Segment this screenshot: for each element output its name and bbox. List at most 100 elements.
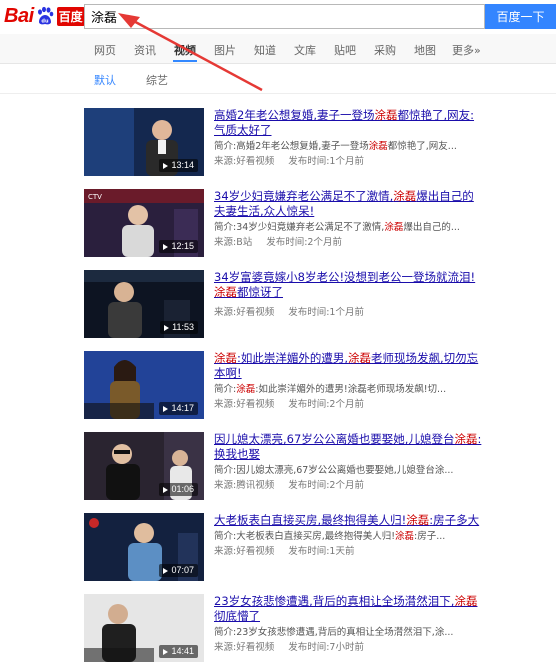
logo-text-baidu-cn: 百度 — [56, 6, 85, 26]
play-icon — [163, 405, 169, 412]
result-meta: 来源:好看视频 发布时间:1个月前 — [214, 306, 482, 319]
title-text: :房子多大 — [429, 513, 480, 527]
result-title[interactable]: 大老板表白直接买房,最终抱得美人归!涂磊:房子多大 — [214, 513, 482, 528]
duration-text: 12:15 — [171, 241, 194, 251]
result-meta: 来源:好看视频 发布时间:7小时前 — [214, 641, 482, 654]
duration-text: 11:53 — [172, 322, 194, 332]
title-text: 彻底懵了 — [214, 609, 260, 623]
result-published: 发布时间:1个月前 — [288, 307, 364, 318]
title-highlight: 涂磊 — [406, 513, 430, 527]
result-title[interactable]: 34岁少妇竟嫌弃老公满足不了激情,涂磊爆出自己的夫妻生活,众人惊呆! — [214, 189, 482, 219]
result-source: 来源:腾讯视频 — [214, 480, 275, 491]
result-title[interactable]: 23岁女孩悲惨遭遇,背后的真相让全场潸然泪下,涂磊彻底懵了 — [214, 594, 482, 624]
desc-highlight: 涂磊 — [236, 384, 256, 395]
result-published: 发布时间:2个月前 — [266, 237, 342, 248]
tab-web[interactable]: 网页 — [94, 42, 116, 58]
duration-text: 07:07 — [171, 565, 194, 575]
result-published: 发布时间:7小时前 — [288, 642, 364, 653]
result-source: 来源:好看视频 — [214, 642, 275, 653]
desc-highlight: 涂磊 — [368, 141, 388, 152]
tab-images[interactable]: 图片 — [214, 42, 236, 58]
video-result: 07:07 大老板表白直接买房,最终抱得美人归!涂磊:房子多大 简介:大老板表白… — [84, 513, 484, 585]
active-tab-indicator — [173, 60, 197, 62]
title-text: 都惊讶了 — [237, 285, 283, 299]
title-highlight: 涂磊 — [393, 189, 417, 203]
video-thumbnail[interactable]: 11:53 — [84, 270, 204, 338]
title-highlight: 涂磊 — [454, 432, 478, 446]
title-highlight: 涂磊 — [454, 594, 478, 608]
result-title[interactable]: 高婚2年老公想复婚,妻子一登场涂磊都惊艳了,网友:气质太好了 — [214, 108, 482, 138]
desc-text: 简介:高婚2年老公想复婚,妻子一登场 — [214, 141, 369, 152]
tab-tieba[interactable]: 贴吧 — [334, 42, 356, 58]
video-thumbnail[interactable]: 14:41 — [84, 594, 204, 662]
title-highlight: 涂磊 — [214, 351, 237, 365]
result-info: 涂磊:如此崇洋媚外的遭男,涂磊老师现场发飙,切勿忘本啊! 简介:涂磊:如此崇洋媚… — [214, 351, 482, 411]
result-desc: 简介:高婚2年老公想复婚,妻子一登场涂磊都惊艳了,网友... — [214, 140, 482, 153]
video-thumbnail[interactable]: 13:14 — [84, 108, 204, 176]
result-published: 发布时间:1个月前 — [288, 156, 364, 167]
result-source: 来源:好看视频 — [214, 399, 275, 410]
search-box[interactable] — [84, 4, 485, 29]
play-icon — [163, 486, 169, 493]
play-icon — [163, 648, 169, 655]
desc-highlight: 涂磊 — [395, 531, 415, 542]
result-meta: 来源:腾讯视频 发布时间:2个月前 — [214, 479, 482, 492]
result-info: 34岁少妇竟嫌弃老公满足不了激情,涂磊爆出自己的夫妻生活,众人惊呆! 简介:34… — [214, 189, 482, 249]
video-result: 11:53 34岁富婆竟嫁小8岁老公!没想到老公一登场就流泪!涂磊都惊讶了 来源… — [84, 270, 484, 342]
tab-map[interactable]: 地图 — [414, 42, 436, 58]
result-meta: 来源:B站 发布时间:2个月前 — [214, 236, 482, 249]
desc-text: 简介:大老板表白直接买房,最终抱得美人归! — [214, 531, 396, 542]
result-meta: 来源:好看视频 发布时间:2个月前 — [214, 398, 482, 411]
result-source: 来源:好看视频 — [214, 546, 275, 557]
play-icon — [163, 243, 169, 250]
search-button[interactable]: 百度一下 — [485, 4, 556, 29]
result-desc: 简介:涂磊:如此崇洋媚外的遭男!涂磊老师现场发飙!切... — [214, 383, 482, 396]
result-title[interactable]: 涂磊:如此崇洋媚外的遭男,涂磊老师现场发飙,切勿忘本啊! — [214, 351, 482, 381]
result-title[interactable]: 因儿媳太漂亮,67岁公公离婚也要娶她,儿媳登台涂磊:换我也娶 — [214, 432, 482, 462]
desc-highlight: 涂磊 — [384, 222, 404, 233]
filter-default[interactable]: 默认 — [94, 72, 116, 88]
paw-icon: du — [37, 6, 53, 25]
header: Bai du 百度 百度一下 — [0, 0, 556, 32]
result-info: 因儿媳太漂亮,67岁公公离婚也要娶她,儿媳登台涂磊:换我也娶 简介:因儿媳太漂亮… — [214, 432, 482, 492]
play-icon — [163, 567, 169, 574]
result-desc: 简介:大老板表白直接买房,最终抱得美人归!涂磊:房子... — [214, 530, 482, 543]
desc-text: 爆出自己的... — [403, 222, 460, 233]
search-input[interactable] — [85, 5, 484, 28]
video-result: 14:17 涂磊:如此崇洋媚外的遭男,涂磊老师现场发飙,切勿忘本啊! 简介:涂磊… — [84, 351, 484, 423]
video-result: 13:14 高婚2年老公想复婚,妻子一登场涂磊都惊艳了,网友:气质太好了 简介:… — [84, 108, 484, 180]
result-desc: 简介:因儿媳太漂亮,67岁公公离婚也要娶她,儿媳登台涂... — [214, 464, 482, 477]
duration-text: 13:14 — [171, 160, 194, 170]
baidu-logo[interactable]: Bai du 百度 — [4, 4, 85, 28]
duration-text: 14:41 — [171, 646, 194, 656]
video-duration: 14:17 — [159, 402, 198, 415]
result-meta: 来源:好看视频 发布时间:1天前 — [214, 545, 482, 558]
tab-wenku[interactable]: 文库 — [294, 42, 316, 58]
title-text: 34岁富婆竟嫁小8岁老公!没想到老公一登场就流泪! — [214, 270, 476, 284]
tab-caigou[interactable]: 采购 — [374, 42, 396, 58]
title-text: 34岁少妇竟嫌弃老公满足不了激情, — [214, 189, 394, 203]
result-published: 发布时间:2个月前 — [288, 480, 364, 491]
tab-news[interactable]: 资讯 — [134, 42, 156, 58]
title-text: :如此崇洋媚外的遭男, — [237, 351, 349, 365]
duration-text: 14:17 — [171, 403, 194, 413]
result-info: 高婚2年老公想复婚,妻子一登场涂磊都惊艳了,网友:气质太好了 简介:高婚2年老公… — [214, 108, 482, 168]
result-source: 来源:好看视频 — [214, 156, 275, 167]
desc-text: 简介:因儿媳太漂亮,67岁公公离婚也要娶她,儿媳登台涂... — [214, 465, 454, 476]
desc-text: :如此崇洋媚外的遭男!涂磊老师现场发飙!切... — [255, 384, 447, 395]
video-thumbnail[interactable]: 07:07 — [84, 513, 204, 581]
result-title[interactable]: 34岁富婆竟嫁小8岁老公!没想到老公一登场就流泪!涂磊都惊讶了 — [214, 270, 482, 300]
desc-text: 简介:34岁少妇竟嫌弃老公满足不了激情, — [214, 222, 385, 233]
svg-text:CTV: CTV — [88, 193, 102, 201]
tab-more[interactable]: 更多» — [452, 42, 481, 58]
result-source: 来源:好看视频 — [214, 307, 275, 318]
tab-video[interactable]: 视频 — [174, 42, 196, 58]
video-thumbnail[interactable]: 14:17 — [84, 351, 204, 419]
desc-text: 简介: — [214, 384, 237, 395]
title-highlight: 涂磊 — [348, 351, 372, 365]
tab-zhidao[interactable]: 知道 — [254, 42, 276, 58]
video-thumbnail[interactable]: 01:06 — [84, 432, 204, 500]
video-thumbnail[interactable]: CTV 12:15 — [84, 189, 204, 257]
title-highlight: 涂磊 — [374, 108, 398, 122]
filter-variety[interactable]: 综艺 — [146, 72, 168, 88]
